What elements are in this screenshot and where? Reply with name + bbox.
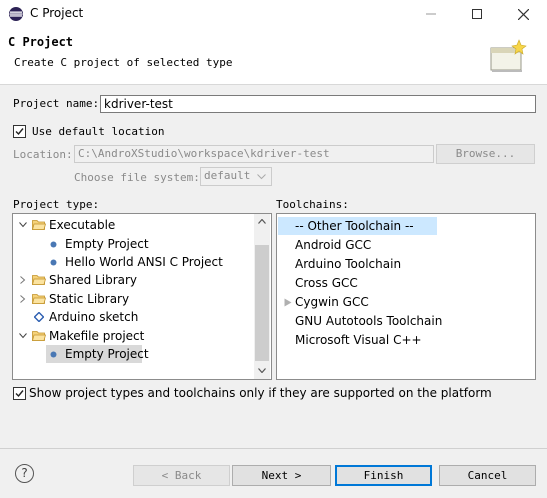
project-type-scrollbar[interactable]	[254, 214, 270, 379]
toolchain-item-label: Arduino Toolchain	[295, 257, 402, 271]
show-supported-only-checkbox[interactable]	[13, 387, 26, 400]
use-default-location-label: Use default location	[32, 125, 165, 138]
bullet-icon	[50, 351, 57, 358]
title-bar: C Project	[0, 0, 547, 28]
maximize-button[interactable]	[454, 0, 500, 28]
wizard-title: C Project	[8, 35, 74, 49]
bullet-icon	[50, 241, 57, 248]
cancel-button-label: Cancel	[467, 469, 508, 482]
maximize-icon	[472, 9, 482, 19]
check-icon	[15, 390, 24, 398]
button-bar-separator	[0, 448, 547, 449]
expand-open-icon	[19, 333, 27, 339]
expand-closed-icon	[20, 276, 26, 284]
back-button-label: < Back	[161, 469, 202, 482]
expand-open-icon	[19, 222, 27, 228]
next-button-label: Next >	[261, 469, 302, 482]
wizard-description: Create C project of selected type	[14, 56, 233, 69]
tree-item-label: Static Library	[49, 292, 130, 306]
minimize-button[interactable]	[408, 0, 454, 28]
project-name-value: kdriver-test	[104, 97, 173, 111]
toolchain-item-label: GNU Autotools Toolchain	[295, 314, 443, 328]
tree-item-label: Empty Project	[65, 347, 149, 361]
finish-button[interactable]: Finish	[335, 465, 432, 486]
expand-closed-icon	[20, 295, 26, 303]
folder-open-icon	[32, 220, 46, 230]
toolchain-item-label: Microsoft Visual C++	[295, 333, 422, 347]
tree-item-label: Arduino sketch	[49, 310, 139, 324]
toolchains-list[interactable]: -- Other Toolchain -- Android GCC Arduin…	[276, 213, 536, 380]
bullet-icon	[50, 259, 57, 266]
finish-button-label: Finish	[363, 469, 404, 482]
close-icon	[517, 8, 529, 20]
file-system-value: default	[204, 169, 251, 182]
tree-item-label: Makefile project	[49, 329, 145, 343]
triangle-marker-icon	[284, 298, 292, 307]
toolchain-item-cross-gcc[interactable]: Cross GCC	[278, 274, 437, 292]
file-system-label: Choose file system:	[74, 171, 200, 184]
file-system-select[interactable]: default	[200, 167, 272, 186]
new-project-wizard-icon	[489, 38, 529, 74]
browse-button-label: Browse...	[455, 147, 516, 160]
tree-item-label: Shared Library	[49, 273, 138, 287]
eclipse-app-icon	[8, 6, 24, 22]
location-label: Location:	[13, 148, 73, 161]
tree-item-label: Empty Project	[65, 237, 149, 251]
toolchain-item-android-gcc[interactable]: Android GCC	[278, 236, 437, 254]
help-button[interactable]: ?	[15, 464, 34, 483]
tree-item-label: Executable	[49, 218, 116, 232]
tree-item-label: Hello World ANSI C Project	[65, 255, 223, 269]
toolchain-item-label: Cross GCC	[295, 276, 358, 290]
cancel-button[interactable]: Cancel	[439, 465, 536, 486]
toolchain-item-arduino[interactable]: Arduino Toolchain	[278, 255, 437, 273]
toolchain-item-label: Cygwin GCC	[295, 295, 369, 309]
check-icon	[15, 128, 24, 136]
back-button[interactable]: < Back	[133, 465, 230, 486]
window-title: C Project	[30, 6, 84, 20]
browse-button[interactable]: Browse...	[436, 144, 535, 164]
help-icon: ?	[21, 466, 28, 480]
tree-item-makefile-empty-project[interactable]: Empty Project	[46, 345, 149, 363]
project-name-input[interactable]: kdriver-test	[100, 95, 536, 113]
wizard-header: C Project Create C project of selected t…	[0, 28, 547, 85]
close-button[interactable]	[500, 0, 546, 28]
diamond-icon	[34, 312, 44, 322]
toolchain-item-other[interactable]: -- Other Toolchain --	[278, 217, 437, 235]
scroll-down-icon[interactable]	[258, 368, 266, 373]
project-type-label: Project type:	[13, 198, 100, 211]
toolchain-item-cygwin-gcc[interactable]: Cygwin GCC	[278, 293, 437, 311]
folder-open-icon	[32, 275, 46, 285]
folder-open-icon	[32, 331, 46, 341]
location-input[interactable]: C:\AndroXStudio\workspace\kdriver-test	[74, 145, 434, 163]
location-value: C:\AndroXStudio\workspace\kdriver-test	[78, 147, 330, 160]
scroll-up-icon[interactable]	[258, 219, 266, 224]
next-button[interactable]: Next >	[232, 465, 331, 486]
toolchain-item-gnu-autotools[interactable]: GNU Autotools Toolchain	[278, 312, 442, 330]
toolchains-label: Toolchains:	[276, 198, 349, 211]
minimize-icon	[426, 13, 436, 15]
scrollbar-thumb[interactable]	[255, 245, 269, 361]
toolchain-item-label: Android GCC	[295, 238, 372, 252]
project-type-tree[interactable]: Executable Empty Project Hello World ANS…	[12, 213, 272, 380]
show-supported-only-label: Show project types and toolchains only i…	[29, 386, 492, 400]
toolchain-item-msvc[interactable]: Microsoft Visual C++	[278, 331, 437, 349]
folder-open-icon	[32, 294, 46, 304]
use-default-location-checkbox[interactable]	[13, 125, 26, 138]
toolchain-item-label: -- Other Toolchain --	[295, 219, 414, 233]
chevron-down-icon	[257, 174, 266, 180]
project-name-label: Project name:	[13, 97, 100, 110]
